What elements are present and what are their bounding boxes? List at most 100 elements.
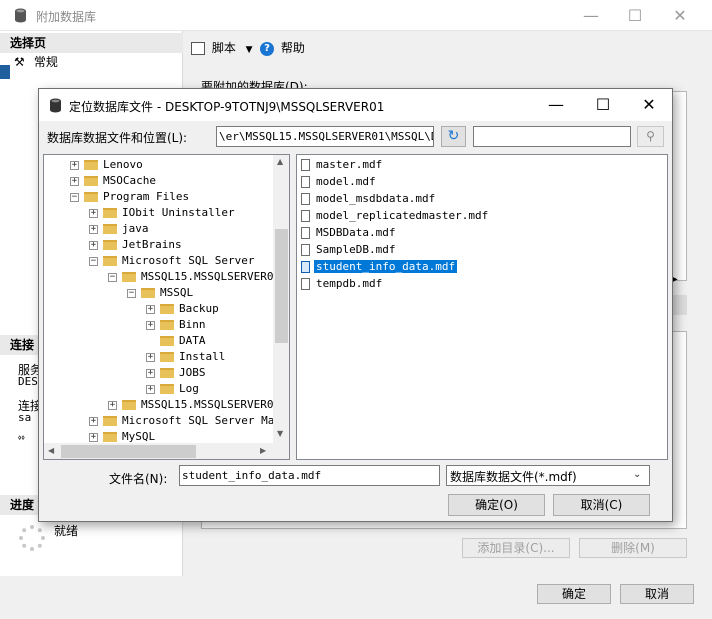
close-button[interactable]: ✕ (657, 0, 703, 31)
scroll-up-icon[interactable]: ▲ (277, 157, 283, 166)
tree-item[interactable]: + java (89, 221, 149, 237)
scroll-down-icon[interactable]: ▼ (277, 429, 283, 438)
minimize-button[interactable]: — (568, 0, 614, 31)
chevron-down-icon: ⌄ (633, 469, 642, 480)
search-button[interactable]: ⚲ (637, 126, 664, 147)
expand-icon[interactable]: + (146, 352, 155, 362)
folder-icon (84, 176, 98, 186)
filename-input[interactable]: student_info_data.mdf (179, 465, 440, 486)
tree-item-label: MSSQL15.MSSQLSERVER01 (141, 270, 281, 283)
file-item[interactable]: SampleDB.mdf (301, 242, 397, 258)
tree-item-label: Install (179, 350, 226, 363)
dialog-ok-button[interactable]: 确定(O) (448, 494, 545, 516)
file-item-label: MSDBData.mdf (316, 226, 396, 239)
folder-icon (103, 256, 117, 266)
add-catalog-button[interactable]: 添加目录(C)... (462, 538, 570, 558)
collapse-icon[interactable]: − (70, 192, 79, 202)
file-item[interactable]: tempdb.mdf (301, 276, 384, 292)
connection-properties-icon[interactable]: ⬫⬫ (18, 430, 25, 445)
file-icon (301, 227, 310, 239)
filename-label: 文件名(N): (109, 472, 168, 486)
tree-item[interactable]: − MSSQL (127, 285, 193, 301)
expand-icon[interactable]: + (89, 416, 98, 426)
tree-hscroll-thumb[interactable] (61, 445, 196, 458)
tree-item[interactable]: + Backup (146, 301, 219, 317)
dialog-cancel-button[interactable]: 取消(C) (553, 494, 650, 516)
scroll-right-icon[interactable]: ▶ (260, 446, 266, 455)
tree-item[interactable]: − Microsoft SQL Server (89, 253, 254, 269)
file-list-pane[interactable]: master.mdf model.mdf model_msdbdata.mdfmod… (296, 154, 668, 460)
folder-icon (103, 208, 117, 218)
expand-icon[interactable]: + (146, 384, 155, 394)
delete-button[interactable]: 删除(M) (579, 538, 687, 558)
expand-icon[interactable]: + (89, 208, 98, 218)
maximize-button[interactable]: ☐ (612, 0, 658, 31)
file-item[interactable]: master.mdf (301, 157, 384, 173)
script-button[interactable]: 脚本 ▼ (191, 39, 253, 57)
tree-item[interactable]: − MSSQL15.MSSQLSERVER01 (108, 269, 280, 285)
database-icon (14, 8, 27, 23)
folder-icon (160, 336, 174, 346)
file-item[interactable]: model_replicatedmaster.mdf (301, 208, 490, 224)
tree-item[interactable]: + MSSQL15.MSSQLSERVER02 (108, 397, 280, 413)
collapse-icon[interactable]: − (108, 272, 117, 282)
dialog-minimize-button[interactable]: — (533, 89, 579, 120)
folder-icon (122, 400, 136, 410)
help-label: 帮助 (280, 41, 305, 55)
file-item[interactable]: model_msdbdata.mdf (301, 191, 437, 207)
expand-icon[interactable]: + (89, 240, 98, 250)
general-page-item[interactable]: ⚒ 常规 (14, 53, 58, 71)
tree-item-label: DATA (179, 334, 206, 347)
tree-item-label: java (122, 222, 149, 235)
expand-icon[interactable]: + (89, 224, 98, 234)
expand-icon[interactable]: + (146, 320, 155, 330)
scroll-left-icon[interactable]: ◀ (48, 446, 54, 455)
tree-item[interactable]: + Log (146, 381, 199, 397)
outer-cancel-button[interactable]: 取消 (620, 584, 694, 604)
dialog-title: 定位数据库文件 - DESKTOP-9TOTNJ9\MSSQLSERVER01 (69, 100, 385, 114)
outer-title-bar: 附加数据库 — ☐ ✕ (0, 0, 712, 31)
file-item[interactable]: model.mdf (301, 174, 378, 190)
path-input[interactable]: \er\MSSQL15.MSSQLSERVER01\MSSQL\DATA (216, 126, 434, 147)
file-icon (301, 193, 310, 205)
file-item[interactable]: student_info_data.mdf (301, 259, 458, 275)
filetype-select[interactable]: 数据库数据文件(*.mdf) ⌄ (446, 465, 650, 486)
dialog-close-button[interactable]: ✕ (626, 89, 672, 120)
expand-icon[interactable]: + (146, 304, 155, 314)
file-item-label: model_replicatedmaster.mdf (316, 209, 489, 222)
expand-icon[interactable]: + (146, 368, 155, 378)
tree-item[interactable]: + IObit Uninstaller (89, 205, 235, 221)
collapse-icon[interactable]: − (127, 288, 136, 298)
collapse-icon[interactable]: − (89, 256, 98, 266)
file-item[interactable]: MSDBData.mdf (301, 225, 397, 241)
tree-vscroll-thumb[interactable] (275, 229, 288, 343)
tree-item-label: Lenovo (103, 158, 143, 171)
tree-item[interactable]: + Lenovo (70, 157, 143, 173)
tree-item[interactable]: + JetBrains (89, 237, 182, 253)
expand-icon[interactable]: + (70, 160, 79, 170)
file-icon (301, 159, 310, 171)
tree-item[interactable]: + Binn (146, 317, 206, 333)
tree-vertical-scrollbar[interactable]: ▲ ▼ (273, 155, 289, 443)
tree-item-label: Log (179, 382, 199, 395)
refresh-button[interactable]: ↻ (441, 126, 466, 147)
tree-item[interactable]: + Install (146, 349, 225, 365)
tree-item[interactable]: + JOBS (146, 365, 206, 381)
tree-item[interactable]: DATA (146, 333, 206, 349)
expand-icon[interactable]: + (89, 432, 98, 442)
tree-item[interactable]: + Microsoft SQL Server Mana (89, 413, 288, 429)
folder-tree-pane[interactable]: + Lenovo + MSOCache − Program Files + IObit Uni… (43, 154, 290, 460)
locate-db-file-dialog: 定位数据库文件 - DESKTOP-9TOTNJ9\MSSQLSERVER01 … (38, 88, 673, 522)
tree-item[interactable]: + MSOCache (70, 173, 156, 189)
help-icon: ? (260, 41, 274, 56)
dialog-title-bar: 定位数据库文件 - DESKTOP-9TOTNJ9\MSSQLSERVER01 … (39, 89, 672, 121)
tree-horizontal-scrollbar[interactable]: ◀ ▶ (44, 443, 273, 459)
expand-icon[interactable]: + (108, 400, 117, 410)
dialog-maximize-button[interactable]: ☐ (580, 89, 626, 120)
outer-ok-button[interactable]: 确定 (537, 584, 611, 604)
search-input[interactable] (473, 126, 631, 147)
tree-item[interactable]: − Program Files (70, 189, 189, 205)
help-button[interactable]: ? 帮助 (260, 39, 305, 57)
tree-item-label: MSOCache (103, 174, 156, 187)
expand-icon[interactable]: + (70, 176, 79, 186)
